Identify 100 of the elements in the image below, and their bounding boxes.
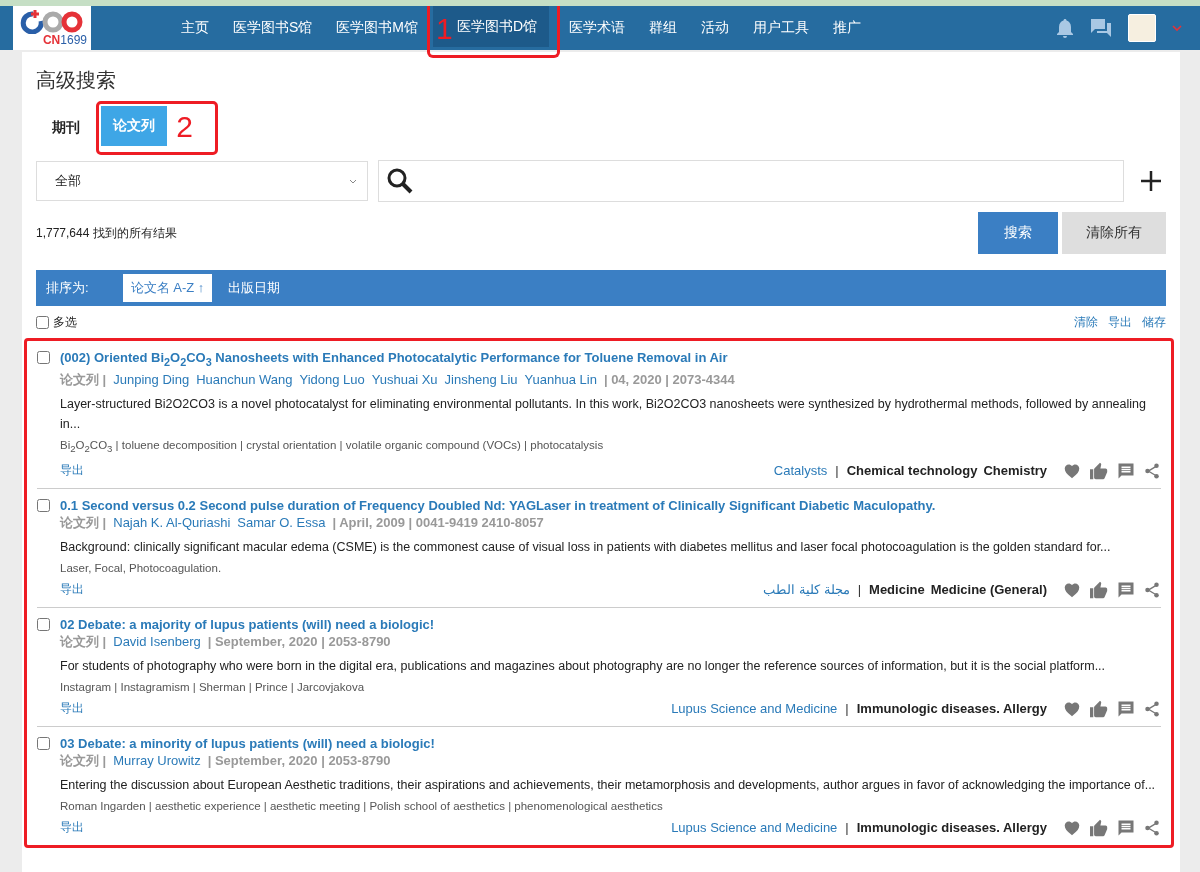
select-all-checkbox[interactable]: [36, 315, 49, 329]
subject-label: Medicine: [869, 582, 925, 598]
sort-option[interactable]: 论文名 A-Z ↑: [122, 274, 213, 302]
search-button[interactable]: 搜索: [978, 212, 1058, 254]
bell-icon[interactable]: [1056, 18, 1074, 38]
result-title-link[interactable]: 02 Debate: a majority of lupus patients (will) need a biologic!: [60, 615, 1161, 633]
export-link[interactable]: 导出: [60, 700, 84, 718]
logo-rings-icon: [19, 8, 85, 34]
share-icon[interactable]: [1143, 818, 1161, 837]
abstract-text: For students of photography who were born in the digital era, publications and magazines about photography are no longer the reference sources of information, but it is the social platform...: [60, 657, 1107, 675]
separator: |: [845, 701, 849, 717]
journal-link[interactable]: Lupus Science and Medicine: [671, 701, 838, 717]
checkbox[interactable]: [37, 498, 50, 512]
list-action-link[interactable]: 导出: [1108, 313, 1132, 331]
thumbs-up-icon[interactable]: [1089, 818, 1109, 837]
checkbox[interactable]: [37, 736, 50, 750]
thumbs-up-icon[interactable]: [1089, 699, 1109, 718]
site-logo[interactable]: CN1699: [13, 6, 91, 50]
author-link[interactable]: Samar O. Essa: [237, 513, 326, 531]
journal-link[interactable]: Lupus Science and Medicine: [671, 820, 838, 836]
thumbs-up-icon[interactable]: [1089, 580, 1109, 599]
result-title-link[interactable]: 03 Debate: a minority of lupus patients (will) need a biologic!: [60, 734, 1161, 752]
journal-link[interactable]: مجلة كلية الطب: [763, 582, 850, 598]
nav-item[interactable]: 主页: [169, 6, 221, 50]
subject-label: Immunologic diseases. Allergy: [856, 820, 1047, 836]
nav-item[interactable]: 活动: [689, 6, 742, 50]
plus-icon[interactable]: [1140, 170, 1162, 192]
abstract-text: Layer-structured Bi2O2CO3 is a novel photocatalyst for eliminating environmental pollutants. In this work, Bi2O2CO3 nanosheets were synthesized by hydrothermal methods, followed by annealing in...: [60, 395, 1147, 433]
author-link[interactable]: Junping Ding: [113, 370, 190, 388]
page-title: 高级搜索: [36, 68, 117, 92]
nav-item[interactable]: 用户工具: [741, 6, 822, 50]
comment-icon[interactable]: [1117, 580, 1135, 599]
keywords-text: Bi$_{2}$O$_{2}$CO$_{3}$ | toluene decomposition | crystal orientation | volatile organic compound (VOCs) | photocatalysis: [60, 437, 605, 456]
nav-item[interactable]: 推广: [821, 6, 874, 50]
author-link[interactable]: Yushuai Xu: [371, 370, 438, 388]
subject-label: Chemistry: [983, 463, 1047, 479]
heart-icon[interactable]: [1063, 581, 1081, 598]
journal-link[interactable]: Catalysts: [773, 463, 828, 479]
heart-icon[interactable]: [1063, 462, 1081, 479]
keywords-text: Instagram | Instagramism | Sherman | Prince | Jarcovjakova: [60, 679, 366, 695]
share-icon[interactable]: [1143, 461, 1161, 480]
author-link[interactable]: Murray Urowitz: [113, 751, 201, 769]
author-link[interactable]: Yuanhua Lin: [524, 370, 597, 388]
export-link[interactable]: 导出: [60, 581, 84, 599]
heart-icon[interactable]: [1063, 819, 1081, 836]
logo-text: CN1699: [42, 34, 87, 46]
publication-info: | 04, 2020 | 2073-4344: [603, 370, 735, 388]
author-link[interactable]: Yidong Luo: [299, 370, 365, 388]
separator: |: [857, 582, 862, 598]
share-icon[interactable]: [1143, 699, 1161, 718]
subject-label: Medicine (General): [930, 582, 1047, 598]
annotation-number: 1: [436, 14, 453, 44]
thumbs-up-icon[interactable]: [1089, 461, 1109, 480]
abstract-text: Entering the discussion about European Aesthetic traditions, their aspirations and achievements, their metamorphosis and developments, author argues in favor of acknowledging the importance of...: [60, 776, 1157, 794]
document-type: 论文列 |: [60, 632, 107, 650]
sort-option[interactable]: 出版日期: [220, 274, 289, 302]
author-link[interactable]: David Isenberg: [113, 632, 201, 650]
list-action-link[interactable]: 储存: [1142, 313, 1166, 331]
nav-item[interactable]: 医学图书S馆: [221, 6, 325, 50]
export-link[interactable]: 导出: [60, 819, 84, 837]
scope-dropdown[interactable]: 全部: [36, 161, 368, 201]
comment-icon[interactable]: [1117, 699, 1135, 718]
keywords-text: Roman Ingarden | aesthetic experience | aesthetic meeting | Polish school of aesthetics | phenomenological aesthetics: [60, 798, 664, 814]
clear-all-button[interactable]: 清除所有: [1062, 212, 1166, 254]
tab[interactable]: 论文列: [101, 106, 167, 146]
result-count: 1,777,644 找到的所有结果: [36, 224, 177, 242]
document-type: 论文列 |: [60, 370, 107, 388]
subject-label: Immunologic diseases. Allergy: [856, 701, 1047, 717]
chat-icon[interactable]: [1090, 18, 1112, 38]
keywords-text: Laser, Focal, Photocoagulation.: [60, 560, 223, 576]
author-link[interactable]: Huanchun Wang: [196, 370, 293, 388]
publication-info: | April, 2009 | 0041-9419 2410-8057: [332, 513, 544, 531]
author-link[interactable]: Najah K. Al-Quriashi: [113, 513, 231, 531]
select-all-label: 多选: [53, 313, 77, 331]
separator: |: [835, 463, 839, 479]
comment-icon[interactable]: [1117, 818, 1135, 837]
nav-item[interactable]: 医学图书M馆: [324, 6, 430, 50]
result-title-link[interactable]: 0.1 Second versus 0.2 Second pulse duration of Frequency Doubled Nd: YAGLaser in treatment of Clinically Significant Diabetic Maculopathy.: [60, 496, 1161, 514]
checkbox[interactable]: [37, 351, 50, 364]
nav-item[interactable]: 医学术语: [557, 6, 638, 50]
separator: |: [845, 820, 849, 836]
result-title-link[interactable]: (002) Oriented Bi$_{2}$O$_{2}$CO$_{3}$ Nanosheets with Enhanced Photocatalytic Performance for Toluene Removal in Air: [60, 349, 1161, 371]
subject-label: Chemical technology: [846, 463, 978, 479]
publication-info: | September, 2020 | 2053-8790: [207, 751, 391, 769]
share-icon[interactable]: [1143, 580, 1161, 599]
export-link[interactable]: 导出: [60, 462, 84, 480]
abstract-text: Background: clinically significant macular edema (CSME) is the commonest cause of visual loss in patients with diabetes mellitus and laser focal photocoagulation is the golden standard for...: [60, 538, 1112, 556]
search-icon: [387, 168, 413, 194]
heart-icon[interactable]: [1063, 700, 1081, 717]
list-action-link[interactable]: 清除: [1074, 313, 1098, 331]
comment-icon[interactable]: [1117, 461, 1135, 480]
document-type: 论文列 |: [60, 513, 107, 531]
sort-label: 排序为:: [46, 279, 89, 297]
publication-info: | September, 2020 | 2053-8790: [207, 632, 391, 650]
annotation-number: 2: [176, 112, 193, 142]
checkbox[interactable]: [37, 617, 50, 631]
search-field[interactable]: [378, 160, 1124, 202]
nav-item[interactable]: 群组: [637, 6, 690, 50]
tab[interactable]: 期刊: [40, 108, 92, 148]
author-link[interactable]: Jinsheng Liu: [444, 370, 518, 388]
